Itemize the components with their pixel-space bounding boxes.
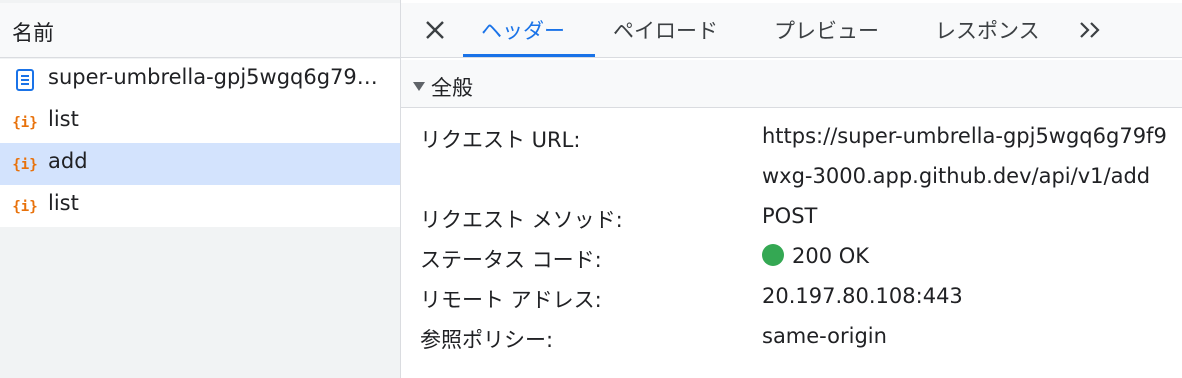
request-list: super-umbrella-gpj5wgq6g79… {i} list {i}… bbox=[0, 59, 400, 227]
name-column-header[interactable]: 名前 bbox=[0, 3, 400, 58]
general-section-header[interactable]: 全般 bbox=[401, 60, 1182, 108]
request-method-label: リクエスト メソッド: bbox=[420, 208, 623, 232]
remote-address-label: リモート アドレス: bbox=[420, 288, 602, 312]
svg-text:{i}: {i} bbox=[13, 115, 37, 131]
request-details-panel: ヘッダー ペイロード プレビュー レスポンス 全般 リクエスト URL: htt… bbox=[401, 0, 1182, 378]
status-code: 200 OK bbox=[762, 244, 869, 268]
svg-text:{i}: {i} bbox=[13, 157, 37, 173]
remote-address-value: 20.197.80.108:443 bbox=[762, 284, 963, 308]
collapse-triangle-icon bbox=[413, 82, 425, 91]
request-url-value-continued: wxg-3000.app.github.dev/api/v1/add bbox=[762, 164, 1151, 188]
general-section-title: 全般 bbox=[431, 76, 473, 100]
tab-payload[interactable]: ペイロード bbox=[613, 15, 718, 45]
tab-preview[interactable]: プレビュー bbox=[774, 15, 879, 45]
request-row[interactable]: {i} list bbox=[0, 101, 400, 143]
document-icon bbox=[16, 69, 34, 91]
status-ok-icon bbox=[762, 244, 784, 266]
request-name: list bbox=[48, 191, 79, 215]
request-row[interactable]: {i} list bbox=[0, 185, 400, 227]
more-tabs-chevron-icon[interactable] bbox=[1077, 16, 1105, 44]
request-list-panel: 名前 super-umbrella-gpj5wgq6g79… {i} list … bbox=[0, 0, 400, 378]
request-row[interactable]: super-umbrella-gpj5wgq6g79… bbox=[0, 59, 400, 101]
referrer-policy-label: 参照ポリシー: bbox=[420, 328, 554, 352]
tab-response[interactable]: レスポンス bbox=[935, 15, 1040, 45]
status-code-value: 200 OK bbox=[792, 244, 870, 268]
request-name: list bbox=[48, 107, 79, 131]
details-tab-bar: ヘッダー ペイロード プレビュー レスポンス bbox=[401, 3, 1182, 58]
fetch-xhr-icon: {i} bbox=[13, 115, 37, 131]
request-url-label: リクエスト URL: bbox=[420, 128, 581, 152]
request-method-value: POST bbox=[762, 204, 818, 228]
active-tab-indicator bbox=[463, 54, 595, 57]
fetch-xhr-icon: {i} bbox=[13, 157, 37, 173]
tab-headers[interactable]: ヘッダー bbox=[481, 15, 565, 45]
close-icon[interactable] bbox=[423, 18, 447, 42]
name-column-label: 名前 bbox=[12, 21, 54, 45]
request-name: add bbox=[48, 149, 88, 173]
request-row-selected[interactable]: {i} add bbox=[0, 143, 400, 185]
request-name: super-umbrella-gpj5wgq6g79… bbox=[48, 65, 378, 89]
fetch-xhr-icon: {i} bbox=[13, 199, 37, 215]
status-code-label: ステータス コード: bbox=[420, 248, 602, 272]
request-url-value: https://super-umbrella-gpj5wgq6g79f9 bbox=[762, 124, 1167, 148]
svg-text:{i}: {i} bbox=[13, 199, 37, 215]
referrer-policy-value: same-origin bbox=[762, 324, 887, 348]
